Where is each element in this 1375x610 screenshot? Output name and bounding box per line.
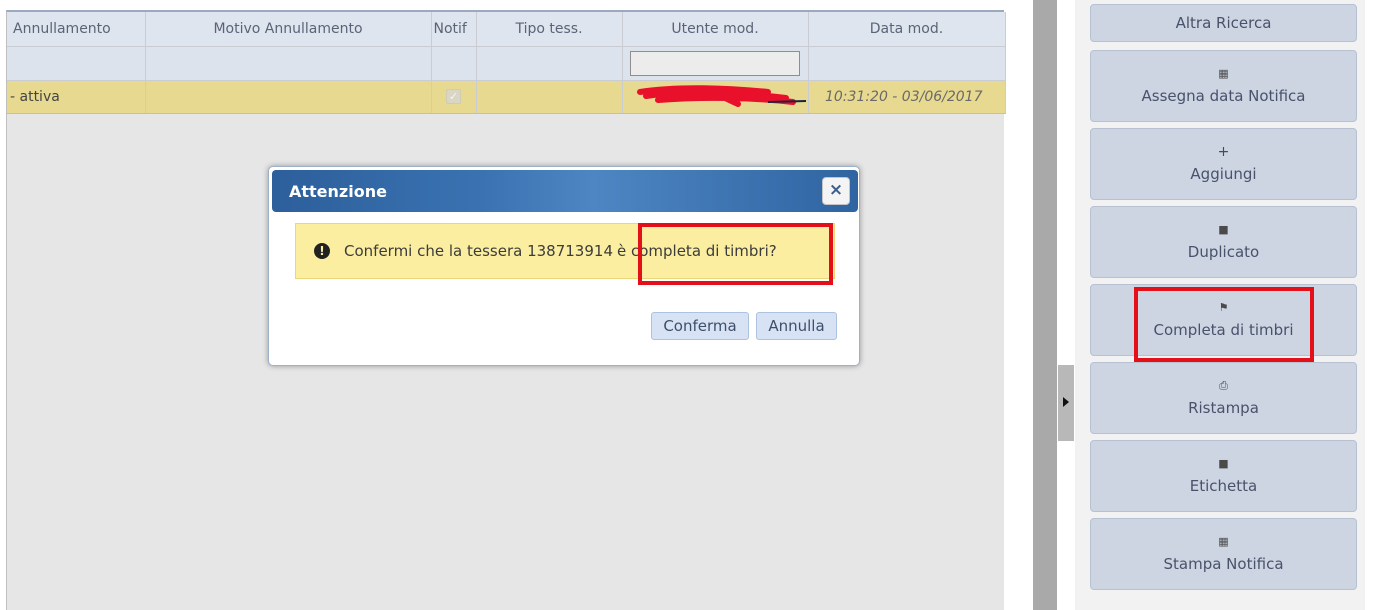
table-header: Annullamento Motivo Annullamento Notif T…: [7, 12, 1006, 47]
highlight-annotation: [638, 223, 833, 285]
column-header-data-mod[interactable]: Data mod.: [808, 12, 1006, 47]
print-icon: ⎙: [1219, 379, 1228, 392]
calendar-icon: ▦: [1218, 67, 1229, 80]
conferma-button[interactable]: Conferma: [651, 312, 749, 340]
action-label: Assegna data Notifica: [1141, 87, 1306, 105]
expand-arrow-icon[interactable]: [1063, 397, 1069, 407]
exclamation-icon: !: [314, 243, 330, 259]
filter-cell: [622, 46, 809, 81]
column-header-motivo-annullamento[interactable]: Motivo Annullamento: [145, 12, 432, 47]
annulla-button[interactable]: Annulla: [756, 312, 837, 340]
dialog-header: Attenzione ×: [272, 170, 858, 212]
cell-annullamento: - attiva: [7, 80, 146, 114]
column-header-annullamento[interactable]: Annullamento: [7, 12, 146, 47]
filter-cell: [808, 46, 1006, 81]
notif-checkbox[interactable]: ✓: [446, 89, 461, 104]
duplicato-button[interactable]: ■ Duplicato: [1090, 206, 1357, 278]
action-label: Aggiungi: [1190, 165, 1257, 183]
cell-motivo: [145, 80, 432, 114]
altra-ricerca-button[interactable]: Altra Ricerca: [1090, 4, 1357, 42]
close-icon[interactable]: ×: [822, 177, 850, 205]
confirm-dialog: Attenzione × ! Confermi che la tessera 1…: [268, 166, 860, 366]
calendar-icon: ▦: [1218, 535, 1229, 548]
filter-row: [7, 46, 1006, 81]
action-label: Duplicato: [1187, 243, 1260, 261]
etichetta-button[interactable]: ■ Etichetta: [1090, 440, 1357, 512]
stampa-notifica-button[interactable]: ▦ Stampa Notifica: [1090, 518, 1357, 590]
assegna-data-notifica-button[interactable]: ▦ Assegna data Notifica: [1090, 50, 1357, 122]
message-text: Confermi che la tessera 138713914: [344, 242, 613, 260]
file-icon: ■: [1218, 457, 1229, 470]
action-label: Stampa Notifica: [1163, 555, 1284, 573]
redaction-scribble: [637, 85, 807, 107]
cell-notif: ✓: [431, 80, 477, 114]
filter-cell: [476, 46, 623, 81]
cell-tipo: [476, 80, 623, 114]
action-label: Altra Ricerca: [1175, 14, 1272, 32]
filter-cell: [431, 46, 477, 81]
column-header-utente-mod[interactable]: Utente mod.: [622, 12, 809, 47]
filter-cell: [145, 46, 432, 81]
highlight-annotation: [1134, 287, 1314, 362]
action-label: Ristampa: [1188, 399, 1259, 417]
table-row[interactable]: - attiva ✓ 10:31:20 - 03/06/2017: [7, 80, 1006, 114]
action-label: Etichetta: [1189, 477, 1258, 495]
column-header-tipo-tess[interactable]: Tipo tess.: [476, 12, 623, 47]
copy-icon: ■: [1218, 223, 1229, 236]
cell-data-mod: 10:31:20 - 03/06/2017: [808, 80, 1006, 114]
utente-filter-input[interactable]: [630, 50, 800, 76]
panel-splitter[interactable]: [1033, 0, 1057, 610]
filter-cell: [7, 46, 146, 81]
ristampa-button[interactable]: ⎙ Ristampa: [1090, 362, 1357, 434]
dialog-title: Attenzione: [289, 182, 387, 201]
panel-edge: [1365, 0, 1375, 610]
plus-icon: +: [1217, 144, 1230, 160]
aggiungi-button[interactable]: + Aggiungi: [1090, 128, 1357, 200]
results-table: Annullamento Motivo Annullamento Notif T…: [7, 12, 1006, 114]
column-header-notif[interactable]: Notif: [431, 12, 477, 47]
